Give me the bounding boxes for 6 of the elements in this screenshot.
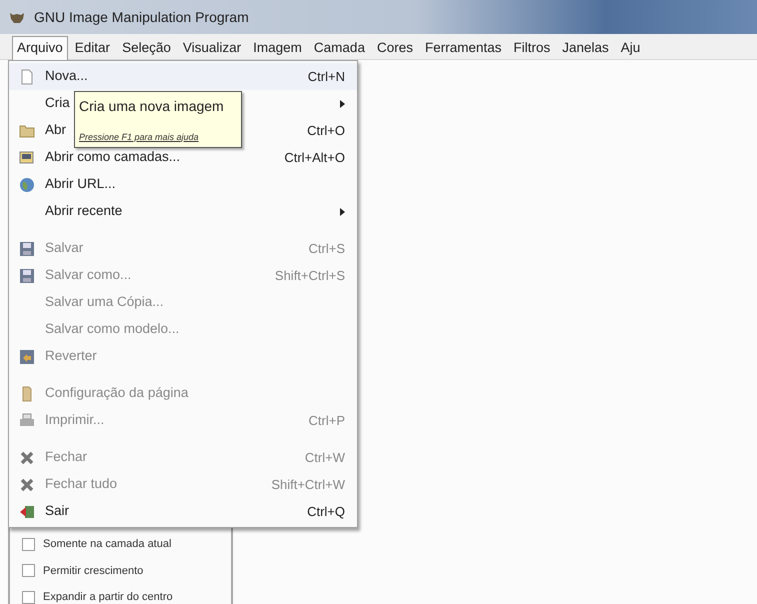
tooltip-title: Cria uma nova imagem	[79, 97, 225, 116]
checkbox-label: Somente na camada atual	[43, 537, 172, 552]
checkbox-label: Expandir a partir do centro	[43, 590, 173, 604]
checkbox-label: Permitir crescimento	[43, 564, 144, 578]
tooltip-hint: Pressione F1 para mais ajuda	[79, 130, 200, 144]
window-title: GNU Image Manipulation Program	[34, 8, 249, 27]
